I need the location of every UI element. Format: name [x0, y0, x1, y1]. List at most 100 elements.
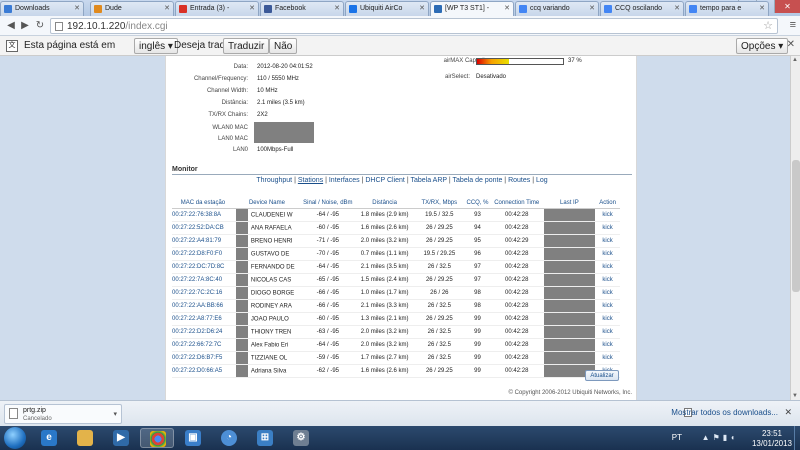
station-mac[interactable]: 00:27:22:52:DA:CB [172, 225, 224, 231]
cell-mac[interactable]: 00:27:22:D2:D6:24 [172, 325, 234, 339]
station-mac[interactable]: 00:27:22:DC:7D:8C [172, 264, 224, 270]
close-tab-icon[interactable]: ✕ [164, 4, 170, 12]
station-mac[interactable]: 00:27:22:AA:BB:66 [172, 303, 223, 309]
translate-button[interactable]: Traduzir [223, 38, 270, 54]
cell-action[interactable]: kick [595, 260, 620, 274]
cell-mac[interactable]: 00:27:22:DC:7D:8C [172, 260, 234, 274]
download-item[interactable]: prtg.zip Cancelado ▾ [4, 404, 122, 424]
chevron-down-icon[interactable]: ▾ [113, 410, 117, 418]
kick-link[interactable]: kick [602, 342, 612, 348]
station-mac[interactable]: 00:27:22:D6:B7:F5 [172, 355, 222, 361]
cell-mac[interactable]: 00:27:22:7A:8C:40 [172, 273, 234, 287]
column-header[interactable]: Sinal / Noise, dBm [299, 198, 356, 209]
browser-tab[interactable]: Facebook ✕ [260, 1, 344, 16]
kick-link[interactable]: kick [602, 277, 612, 283]
cell-action[interactable]: kick [595, 286, 620, 300]
close-tab-icon[interactable]: ✕ [759, 4, 765, 12]
cell-action[interactable]: kick [595, 338, 620, 352]
update-button[interactable]: Atualizar [585, 370, 619, 381]
cell-mac[interactable]: 00:27:22:A4:81:79 [172, 234, 234, 248]
close-tab-icon[interactable]: ✕ [419, 4, 425, 12]
station-mac[interactable]: 00:27:22:7A:8C:40 [172, 277, 222, 283]
back-icon[interactable]: ◀ [4, 19, 18, 33]
browser-tab[interactable]: Downloads ✕ [0, 1, 84, 16]
cell-mac[interactable]: 00:27:22:D0:66:A5 [172, 364, 234, 378]
station-mac[interactable]: 00:27:22:D0:66:A5 [172, 368, 222, 374]
column-header[interactable]: Device Name [233, 198, 300, 209]
show-desktop-button[interactable] [794, 426, 800, 450]
monitor-link[interactable]: Interfaces [329, 177, 360, 184]
station-mac[interactable]: 00:27:22:76:38:8A [172, 212, 221, 218]
kick-link[interactable]: kick [602, 355, 612, 361]
monitor-link[interactable]: DHCP Client [365, 177, 405, 184]
close-download-shelf-icon[interactable]: ✕ [784, 407, 792, 418]
cell-mac[interactable]: 00:27:22:66:72:7C [172, 338, 234, 352]
monitor-link[interactable]: Routes [508, 177, 530, 184]
column-header[interactable]: Action [595, 198, 620, 209]
scrollbar-thumb[interactable] [792, 160, 800, 292]
cell-mac[interactable]: 00:27:22:AA:BB:66 [172, 299, 234, 313]
browser-tab[interactable]: Entrada (3) - ✕ [175, 1, 259, 16]
station-mac[interactable]: 00:27:22:66:72:7C [172, 342, 221, 348]
browser-tab[interactable]: tempo para e ✕ [685, 1, 769, 16]
close-translate-bar-icon[interactable]: ✕ [787, 39, 795, 50]
address-bar[interactable]: 192.10.1.220/index.cgi ☆ [50, 18, 778, 34]
browser-tab[interactable]: Ubiquiti AirCo ✕ [345, 1, 429, 16]
monitor-link[interactable]: Log [536, 177, 548, 184]
taskbar-phone[interactable]: ◔ [212, 428, 246, 448]
close-tab-icon[interactable]: ✕ [249, 4, 255, 12]
column-header[interactable]: TX/RX, Mbps [413, 198, 466, 209]
translate-options-button[interactable]: Opções ▾ [736, 38, 789, 54]
language-select[interactable]: inglês ▾ [134, 38, 178, 54]
monitor-link[interactable]: Throughput [256, 177, 292, 184]
cell-mac[interactable]: 00:27:22:D6:B7:F5 [172, 351, 234, 365]
start-button[interactable] [4, 427, 26, 449]
browser-tab[interactable]: Dude ✕ [90, 1, 174, 16]
cell-mac[interactable]: 00:27:22:7C:2C:16 [172, 286, 234, 300]
close-tab-icon[interactable]: ✕ [504, 4, 510, 12]
kick-link[interactable]: kick [602, 212, 612, 218]
scroll-up-icon[interactable]: ▲ [792, 57, 798, 63]
kick-link[interactable]: kick [602, 290, 612, 296]
close-tab-icon[interactable]: ✕ [674, 4, 680, 12]
taskbar-ie[interactable]: e [32, 428, 66, 448]
tray-icons[interactable]: ▲⚑▮◖ [702, 433, 738, 442]
clock[interactable]: 23:51 13/01/2013 [752, 429, 792, 449]
close-tab-icon[interactable]: ✕ [589, 4, 595, 12]
forward-icon[interactable]: ▶ [18, 19, 32, 33]
cell-mac[interactable]: 00:27:22:A8:77:E6 [172, 312, 234, 326]
kick-link[interactable]: kick [602, 238, 612, 244]
taskbar-app[interactable]: ▣ [176, 428, 210, 448]
scroll-down-icon[interactable]: ▼ [792, 393, 798, 399]
monitor-link[interactable]: Stations [298, 177, 323, 184]
reload-icon[interactable]: ↻ [33, 19, 47, 33]
column-header[interactable]: Connection Time [489, 198, 544, 209]
browser-tab[interactable]: CCQ oscilando ✕ [600, 1, 684, 16]
station-mac[interactable]: 00:27:22:A8:77:E6 [172, 316, 222, 322]
wrench-menu-icon[interactable]: ≡ [790, 19, 796, 31]
close-window-button[interactable]: ✕ [774, 0, 800, 13]
kick-link[interactable]: kick [602, 264, 612, 270]
cell-action[interactable]: kick [595, 247, 620, 261]
browser-tab[interactable]: ccq variando ✕ [515, 1, 599, 16]
cell-action[interactable]: kick [595, 351, 620, 365]
monitor-link[interactable]: Tabela ARP [410, 177, 446, 184]
browser-tab[interactable]: [WP T3 ST1] - ✕ [430, 1, 514, 17]
cell-action[interactable]: kick [595, 208, 620, 222]
language-indicator[interactable]: PT [672, 433, 682, 442]
cell-mac[interactable]: 00:27:22:52:DA:CB [172, 221, 234, 235]
column-header[interactable]: MAC da estação [172, 198, 234, 209]
cell-action[interactable]: kick [595, 234, 620, 248]
page-scrollbar[interactable]: ▲ ▼ [790, 56, 800, 400]
no-translate-button[interactable]: Não [269, 38, 298, 54]
station-mac[interactable]: 00:27:22:A4:81:79 [172, 238, 221, 244]
station-mac[interactable]: 00:27:22:D2:D6:24 [172, 329, 222, 335]
column-header[interactable]: Last IP [543, 198, 596, 209]
close-tab-icon[interactable]: ✕ [74, 4, 80, 12]
taskbar-settings[interactable]: ⚙ [284, 428, 318, 448]
kick-link[interactable]: kick [602, 251, 612, 257]
kick-link[interactable]: kick [602, 329, 612, 335]
kick-link[interactable]: kick [602, 303, 612, 309]
column-header[interactable]: CCQ, % [465, 198, 490, 209]
kick-link[interactable]: kick [602, 316, 612, 322]
